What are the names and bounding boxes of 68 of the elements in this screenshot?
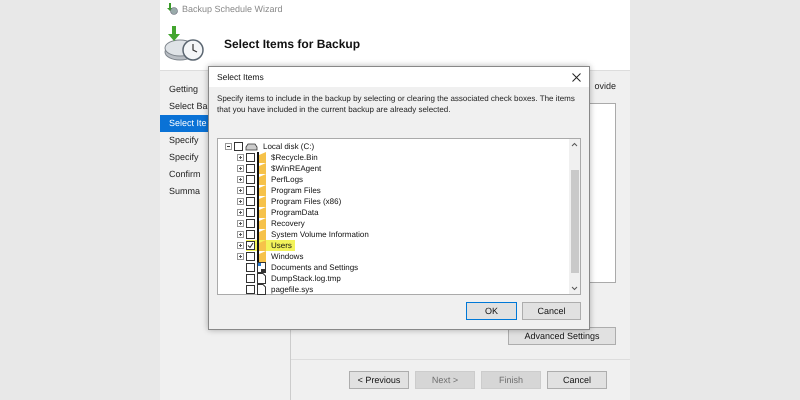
tree-item[interactable]: System Volume Information bbox=[271, 230, 369, 239]
expand-icon[interactable] bbox=[237, 165, 244, 172]
file-icon bbox=[257, 273, 266, 284]
wizard-button[interactable]: Cancel bbox=[547, 371, 607, 389]
close-icon[interactable] bbox=[572, 72, 581, 82]
expand-icon[interactable] bbox=[237, 209, 244, 216]
folder-icon bbox=[257, 218, 266, 229]
dialog-button[interactable]: OK bbox=[466, 302, 517, 320]
checkbox[interactable] bbox=[246, 164, 255, 173]
expand-icon[interactable] bbox=[237, 187, 244, 194]
checkbox[interactable] bbox=[246, 186, 255, 195]
tree-item[interactable]: Users bbox=[271, 241, 292, 250]
folder-icon bbox=[257, 251, 266, 262]
backup-icon bbox=[166, 3, 178, 15]
scroll-up-icon[interactable] bbox=[571, 142, 578, 147]
checkbox[interactable] bbox=[246, 252, 255, 261]
checkbox[interactable] bbox=[246, 219, 255, 228]
checkbox[interactable] bbox=[246, 263, 255, 272]
checkbox[interactable] bbox=[246, 208, 255, 217]
expand-icon[interactable] bbox=[237, 220, 244, 227]
expand-icon[interactable] bbox=[237, 231, 244, 238]
file-icon bbox=[257, 284, 266, 295]
folder-icon bbox=[257, 174, 266, 185]
scroll-down-icon[interactable] bbox=[571, 286, 578, 291]
checkbox[interactable] bbox=[246, 241, 255, 250]
expand-icon[interactable] bbox=[237, 154, 244, 161]
folder-icon bbox=[257, 229, 266, 240]
checkbox[interactable] bbox=[246, 175, 255, 184]
tree-item[interactable]: DumpStack.log.tmp bbox=[271, 274, 341, 283]
folder-icon bbox=[257, 152, 266, 163]
shortcut-icon bbox=[257, 262, 266, 273]
tree-item[interactable]: Program Files bbox=[271, 186, 321, 195]
tree-item[interactable]: ProgramData bbox=[271, 208, 319, 217]
tree-item[interactable]: Windows bbox=[271, 252, 304, 261]
drive-icon bbox=[245, 142, 258, 150]
expand-icon[interactable] bbox=[237, 242, 244, 249]
tree-item[interactable]: $Recycle.Bin bbox=[271, 153, 318, 162]
page-heading: Select Items for Backup bbox=[224, 37, 360, 51]
window-title: Backup Schedule Wizard bbox=[182, 4, 283, 14]
checkbox[interactable] bbox=[246, 153, 255, 162]
tree-item[interactable]: Program Files (x86) bbox=[271, 197, 342, 206]
dialog-description: Specify items to include in the backup by selecting or clearing the associated check boxes. The items that you have included in the current backup are already selected. bbox=[217, 93, 576, 115]
tree-item[interactable]: PerfLogs bbox=[271, 175, 304, 184]
tree-item[interactable]: Recovery bbox=[271, 219, 305, 228]
tree-item[interactable]: Documents and Settings bbox=[271, 263, 358, 272]
expand-icon[interactable] bbox=[237, 176, 244, 183]
folder-icon bbox=[257, 196, 266, 207]
tree-item[interactable]: Local disk (C:) bbox=[263, 142, 314, 151]
expand-icon[interactable] bbox=[237, 198, 244, 205]
scrollbar[interactable] bbox=[569, 139, 580, 294]
checkbox[interactable] bbox=[246, 230, 255, 239]
folder-icon bbox=[257, 240, 266, 251]
instruction-text: ovide bbox=[594, 81, 616, 91]
checkbox[interactable] bbox=[246, 197, 255, 206]
expand-icon[interactable] bbox=[237, 253, 244, 260]
wizard-button[interactable]: < Previous bbox=[349, 371, 409, 389]
folder-icon bbox=[257, 185, 266, 196]
dialog-title: Select Items bbox=[217, 72, 264, 82]
folder-icon bbox=[257, 163, 266, 174]
tree-item[interactable]: $WinREAgent bbox=[271, 164, 322, 173]
checkbox[interactable] bbox=[246, 285, 255, 294]
folder-tree[interactable]: Local disk (C:) $Recycle.Bin $WinREAgent PerfLogs Program Files Program Files (x86) ProgramData Recovery System Volume Information Users Windows Documents and Settings DumpStack.log.tmp pagefile.sys bbox=[217, 138, 581, 295]
checkbox[interactable] bbox=[234, 142, 243, 151]
collapse-icon[interactable] bbox=[225, 143, 232, 150]
dialog-button[interactable]: Cancel bbox=[522, 302, 581, 320]
checkbox[interactable] bbox=[246, 274, 255, 283]
folder-icon bbox=[257, 207, 266, 218]
tree-item[interactable]: pagefile.sys bbox=[271, 285, 314, 294]
